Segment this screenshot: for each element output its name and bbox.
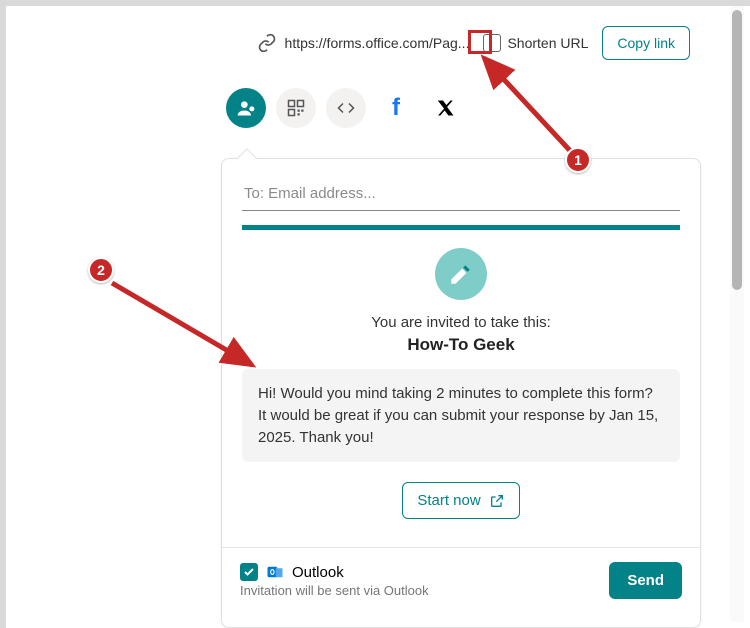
annotation-marker-2: 2 xyxy=(88,257,114,283)
url-row: https://forms.office.com/Pag... Shorten … xyxy=(6,26,710,60)
annotation-marker-1: 1 xyxy=(565,147,591,173)
copy-link-button[interactable]: Copy link xyxy=(602,26,690,60)
facebook-icon: f xyxy=(392,94,400,122)
code-icon xyxy=(337,99,355,117)
invite-message[interactable]: Hi! Would you mind taking 2 minutes to c… xyxy=(242,369,680,462)
outlook-icon xyxy=(266,563,284,581)
people-icon xyxy=(236,98,256,118)
tab-qrcode[interactable] xyxy=(276,88,316,128)
outlook-label: Outlook xyxy=(292,564,344,581)
shorten-url-option[interactable]: Shorten URL xyxy=(483,34,588,52)
start-label: Start now xyxy=(417,492,480,509)
url-display: https://forms.office.com/Pag... xyxy=(257,33,470,53)
outlook-checkbox[interactable] xyxy=(240,563,258,581)
start-now-button[interactable]: Start now xyxy=(402,482,519,519)
shorten-label: Shorten URL xyxy=(507,35,588,51)
link-icon xyxy=(257,33,277,53)
footer-subtext: Invitation will be sent via Outlook xyxy=(240,583,429,598)
send-button[interactable]: Send xyxy=(609,562,682,599)
form-title: How-To Geek xyxy=(242,335,680,355)
scrollbar-thumb[interactable] xyxy=(732,10,742,290)
email-invite-card: You are invited to take this: How-To Gee… xyxy=(221,158,701,628)
card-footer: Outlook Invitation will be sent via Outl… xyxy=(222,548,700,613)
tab-embed[interactable] xyxy=(326,88,366,128)
open-external-icon xyxy=(489,493,505,509)
tab-invite[interactable] xyxy=(226,88,266,128)
share-tabs: f xyxy=(226,88,730,128)
shorten-checkbox[interactable] xyxy=(483,34,501,52)
email-to-input[interactable] xyxy=(242,177,680,211)
tab-facebook[interactable]: f xyxy=(376,88,416,128)
qrcode-icon xyxy=(287,99,305,117)
compose-icon xyxy=(435,248,487,300)
accent-bar xyxy=(242,225,680,230)
url-text: https://forms.office.com/Pag... xyxy=(285,35,470,51)
tab-x[interactable] xyxy=(426,88,466,128)
invite-text: You are invited to take this: xyxy=(242,314,680,331)
x-icon xyxy=(437,99,455,117)
